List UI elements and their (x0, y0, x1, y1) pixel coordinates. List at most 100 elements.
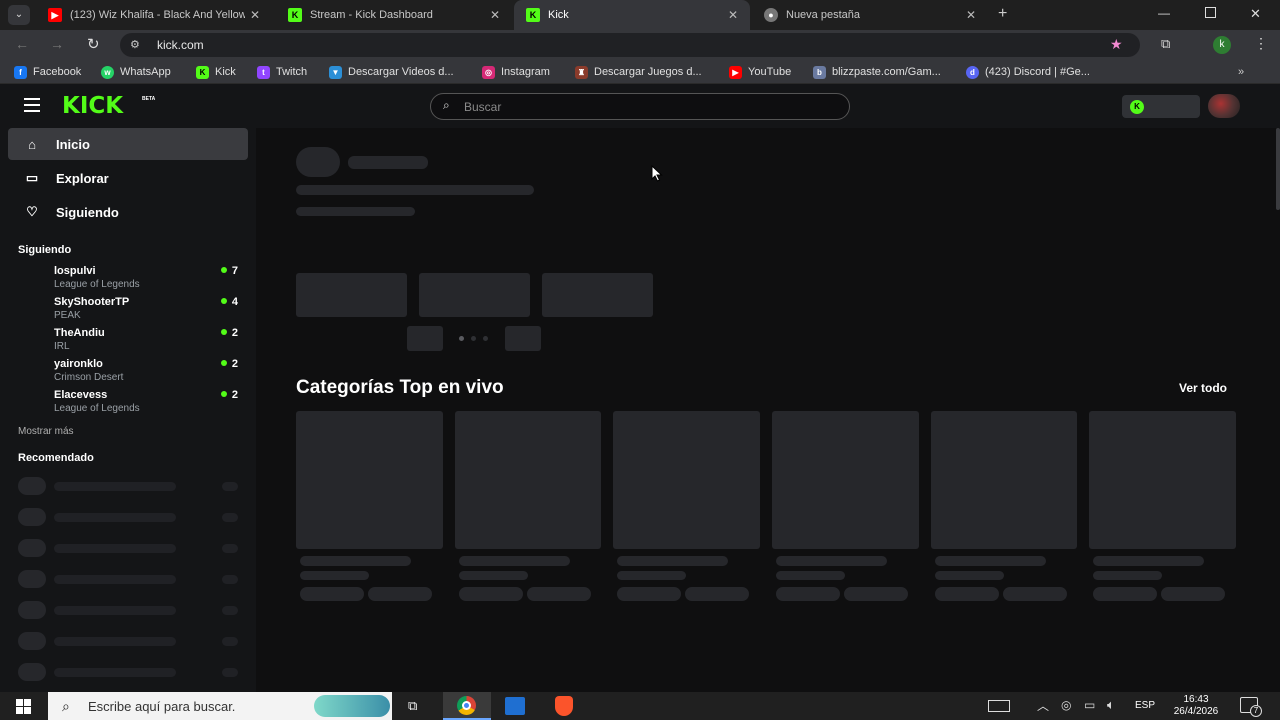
bookmark-item[interactable]: ▶ YouTube (729, 64, 791, 80)
chrome-taskbar-icon[interactable] (443, 692, 491, 720)
browser-tab[interactable]: K Stream - Kick Dashboard ✕ (276, 0, 512, 30)
minimize-button[interactable]: — (1158, 6, 1170, 20)
show-more-link[interactable]: Mostrar más (18, 426, 74, 437)
app-taskbar-icon[interactable] (505, 697, 525, 715)
categories-heading: Categorías Top en vivo (296, 377, 504, 398)
extensions-icon[interactable]: ⧉ (1161, 36, 1170, 52)
speaker-icon[interactable]: 🔈︎ (1107, 697, 1115, 713)
skeleton-dot (222, 575, 238, 584)
notifications-count-badge: 7 (1250, 705, 1262, 717)
bookmark-label: YouTube (748, 66, 792, 78)
hamburger-menu-icon[interactable] (24, 98, 40, 112)
site-info-icon[interactable]: ⚙ (130, 38, 140, 51)
nav-label: Inicio (56, 136, 90, 152)
carousel-prev-button[interactable] (407, 326, 443, 351)
bookmark-label: Instagram (501, 66, 550, 78)
network-icon[interactable]: ▭ (1084, 698, 1095, 712)
category-thumbnail-skeleton (296, 411, 443, 549)
taskbar-search-box[interactable]: ⌕ Escribe aquí para buscar. (48, 692, 392, 720)
skeleton-avatar (18, 632, 46, 650)
close-tab-icon[interactable]: ✕ (250, 8, 260, 22)
following-channel[interactable]: yaironklo Crimson Desert 2 (54, 358, 244, 383)
address-bar[interactable]: ⚙ kick.com ★ (120, 33, 1140, 57)
channel-name: TheAndiu (54, 327, 105, 339)
channel-name: lospulvi (54, 265, 96, 277)
category-thumbnail-skeleton (772, 411, 919, 549)
back-arrow-icon[interactable]: ← (15, 36, 29, 52)
following-channel[interactable]: lospulvi League of Legends 7 (54, 265, 244, 290)
skeleton-line (54, 637, 176, 646)
bookmark-label: Descargar Juegos d... (594, 66, 702, 78)
wallet-button[interactable]: K (1122, 95, 1200, 118)
close-tab-icon[interactable]: ✕ (966, 8, 976, 22)
windows-start-icon[interactable] (16, 699, 31, 714)
tab-search-button[interactable]: ⌄ (8, 5, 30, 25)
joystick-icon: ♜ (575, 65, 588, 79)
close-tab-icon[interactable]: ✕ (728, 8, 738, 22)
language-indicator[interactable]: ESP (1135, 700, 1155, 711)
browser-menu-icon[interactable]: ⋮ (1254, 35, 1268, 52)
bookmark-item[interactable]: f Facebook (14, 64, 81, 80)
skeleton-tag (368, 587, 432, 601)
nav-item-siguiendo[interactable]: ♡ Siguiendo (8, 196, 248, 228)
close-window-button[interactable]: ✕ (1250, 6, 1261, 22)
user-avatar[interactable] (1208, 94, 1240, 118)
page-scrollbar[interactable] (1276, 128, 1280, 210)
carousel-next-button[interactable] (505, 326, 541, 351)
bookmark-label: (423) Discord | #Ge... (985, 66, 1090, 78)
bookmark-star-icon[interactable]: ★ (1110, 36, 1123, 53)
channel-category: PEAK (54, 310, 81, 321)
browser-tab[interactable]: ● Nueva pestaña ✕ (752, 0, 988, 30)
forward-arrow-icon[interactable]: → (50, 36, 64, 52)
bookmark-item[interactable]: w WhatsApp (101, 64, 171, 80)
viewer-count: 2 (221, 389, 238, 401)
browser-tab-active[interactable]: K Kick ✕ (514, 0, 750, 30)
bookmark-item[interactable]: ◎ Instagram (482, 64, 550, 80)
tab-title: Kick (548, 9, 569, 21)
nav-label: Siguiendo (56, 204, 119, 220)
bookmark-item[interactable]: ▼ Descargar Videos d... (329, 64, 454, 80)
bookmark-item[interactable]: d (423) Discord | #Ge... (966, 64, 1090, 80)
skeleton-line (54, 482, 176, 491)
kick-icon: K (526, 8, 540, 22)
skeleton-line (459, 556, 570, 566)
search-input[interactable]: ⌕ Buscar (430, 93, 850, 120)
restore-button[interactable] (1205, 7, 1216, 18)
home-icon: ⌂ (28, 136, 36, 152)
reload-icon[interactable]: ↻ (87, 35, 100, 53)
task-view-icon[interactable]: ⧉ (408, 698, 417, 714)
channel-name: yaironklo (54, 358, 103, 370)
bookmarks-overflow-icon[interactable]: » (1238, 64, 1244, 80)
viewer-count: 2 (221, 327, 238, 339)
following-channel[interactable]: SkyShooterTP PEAK 4 (54, 296, 244, 321)
category-thumbnail-skeleton (1089, 411, 1236, 549)
see-all-link[interactable]: Ver todo (1179, 381, 1227, 395)
new-tab-button[interactable]: + (998, 5, 1007, 23)
tray-app-icon[interactable]: ◎ (1061, 698, 1071, 712)
skeleton-dot (222, 668, 238, 677)
clock[interactable]: 16:43 26/4/2026 (1168, 694, 1224, 718)
profile-avatar[interactable]: k (1213, 36, 1231, 54)
browser-tab[interactable]: ▶ (123) Wiz Khalifa - Black And Yellow ✕ (36, 0, 272, 30)
bookmark-item[interactable]: t Twitch (257, 64, 307, 80)
skeleton-avatar (18, 663, 46, 681)
battery-icon[interactable] (988, 700, 1010, 712)
download-icon: ▼ (329, 65, 342, 79)
skeleton-line (617, 571, 686, 580)
tray-overflow-icon[interactable]: ︿ (1037, 697, 1049, 714)
bookmark-item[interactable]: K Kick (196, 64, 236, 80)
bookmark-item[interactable]: ♜ Descargar Juegos d... (575, 64, 702, 80)
close-tab-icon[interactable]: ✕ (490, 8, 500, 22)
beta-badge: BETA (142, 96, 156, 102)
kick-header: KICK BETA ⌕ Buscar K (0, 84, 1280, 128)
brave-taskbar-icon[interactable] (555, 696, 573, 716)
kick-logo[interactable]: KICK (62, 93, 123, 119)
nav-item-explorar[interactable]: ▭ Explorar (8, 162, 248, 194)
search-placeholder: Buscar (464, 100, 502, 114)
nav-item-inicio[interactable]: ⌂ Inicio (8, 128, 248, 160)
viewer-count: 2 (221, 358, 238, 370)
bookmark-item[interactable]: b blizzpaste.com/Gam... (813, 64, 941, 80)
browser-toolbar: ← → ↻ ⚙ kick.com ★ ⧉ k ⋮ (0, 30, 1280, 60)
following-channel[interactable]: TheAndiu IRL 2 (54, 327, 244, 352)
following-channel[interactable]: Elacevess League of Legends 2 (54, 389, 244, 414)
